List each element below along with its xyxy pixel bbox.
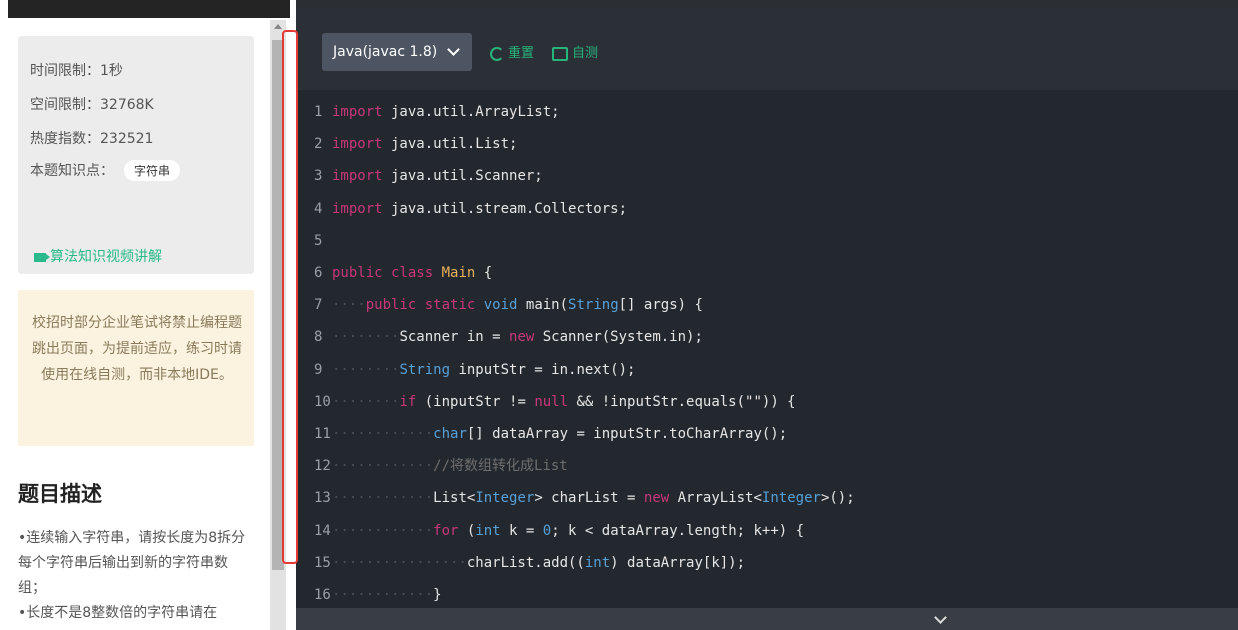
highlight-box (282, 30, 298, 564)
code-text: ····public static void main(String[] arg… (332, 297, 703, 314)
code-text: ············char[] dataArray = inputStr.… (332, 426, 788, 442)
code-text: ········Scanner in = new Scanner(System.… (332, 329, 703, 346)
code-line[interactable]: 9 ········String inputStr = in.next(); (296, 354, 635, 386)
knowledge-tag[interactable]: 字符串 (124, 160, 181, 181)
description-text: •连续输入字符串，请按长度为8拆分每个字符串后输出到新的字符串数组； •长度不是… (18, 526, 254, 626)
knowledge-label: 本题知识点： (30, 163, 114, 179)
line-number: 11 (314, 426, 331, 442)
comment-icon (552, 46, 568, 61)
code-line[interactable]: 14············for (int k = 0; k < dataAr… (296, 515, 804, 547)
problem-info-box: 时间限制：1秒 空间限制：32768K 热度指数：232521 本题知识点： 字符… (18, 36, 254, 274)
code-line[interactable]: 16············} (296, 579, 442, 611)
code-line[interactable]: 11············char[] dataArray = inputSt… (296, 418, 787, 450)
chevron-down-icon[interactable] (934, 611, 947, 624)
code-line[interactable]: 15················charList.add((int) dat… (296, 547, 745, 579)
line-number: 5 (314, 232, 323, 249)
code-text: import java.util.List; (332, 136, 518, 153)
video-camera-icon (34, 252, 50, 262)
code-line[interactable]: 5 (296, 225, 332, 257)
heat-index: 热度指数：232521 (30, 131, 154, 147)
reset-button[interactable]: 重置 (490, 42, 534, 61)
video-link-label: 算法知识视频讲解 (50, 249, 162, 265)
self-test-button[interactable]: 自测 (552, 42, 598, 61)
line-number: 12 (314, 458, 331, 475)
line-number: 14 (314, 522, 331, 539)
code-line[interactable]: 6 public class Main { (296, 257, 492, 289)
line-number: 10 (314, 393, 331, 410)
code-text: ················charList.add((int) dataA… (332, 554, 746, 571)
chevron-down-icon (447, 43, 460, 56)
code-line[interactable]: 8 ········Scanner in = new Scanner(System… (296, 321, 703, 353)
top-bar-left (8, 0, 290, 18)
code-text: import java.util.stream.Collectors; (332, 200, 628, 217)
problem-panel: 时间限制：1秒 空间限制：32768K 热度指数：232521 本题知识点： 字符… (0, 20, 270, 630)
reset-label: 重置 (508, 46, 535, 61)
description-line: •长度不是8整数倍的字符串请在 (18, 605, 218, 621)
editor-toolbar: Java(javac 1.8) 重置 自测 (296, 8, 1238, 90)
line-number: 1 (314, 104, 323, 120)
self-test-label: 自测 (572, 46, 599, 61)
code-line[interactable]: 7 ····public static void main(String[] ar… (296, 289, 703, 321)
line-number: 9 (314, 361, 323, 378)
code-text: public class Main { (332, 265, 493, 281)
description-line: •连续输入字符串，请按长度为8拆分每个字符串后输出到新的字符串数组； (18, 530, 246, 596)
line-number: 13 (314, 490, 331, 507)
code-line[interactable]: 12············//将数组转化成List (296, 450, 568, 482)
code-line[interactable]: 10········if (inputStr != null && !input… (296, 386, 796, 418)
editor-bottom-bar[interactable] (296, 608, 1238, 630)
language-select[interactable]: Java(javac 1.8) (322, 33, 472, 71)
code-line[interactable]: 2 import java.util.List; (296, 128, 517, 160)
code-text: ············//将数组转化成List (332, 458, 568, 475)
line-number: 15 (314, 554, 331, 571)
language-value: Java(javac 1.8) (333, 44, 438, 60)
top-bar-right (296, 0, 1238, 8)
space-limit: 空间限制：32768K (30, 97, 154, 113)
code-line[interactable]: 13············List<Integer> charList = n… (296, 482, 855, 514)
code-line[interactable]: 1 import java.util.ArrayList; (296, 96, 560, 128)
line-number: 16 (314, 587, 331, 603)
refresh-icon (490, 46, 504, 61)
line-number: 8 (314, 329, 323, 346)
code-text: ············} (332, 587, 442, 603)
scroll-up-arrow-icon[interactable] (274, 24, 282, 29)
code-text: ············List<Integer> charList = new… (332, 490, 855, 507)
line-number: 3 (314, 168, 323, 185)
knowledge-points: 本题知识点： 字符串 (30, 160, 181, 181)
description-title: 题目描述 (18, 482, 102, 506)
code-line[interactable]: 3 import java.util.Scanner; (296, 160, 543, 192)
notice-text: 校招时部分企业笔试将禁止编程题跳出页面，为提前适应，练习时请使用在线自测，而非本… (32, 315, 242, 383)
line-number: 6 (314, 265, 323, 281)
code-text: ············for (int k = 0; k < dataArra… (332, 522, 805, 539)
notice-box: 校招时部分企业笔试将禁止编程题跳出页面，为提前适应，练习时请使用在线自测，而非本… (18, 290, 254, 446)
time-limit: 时间限制：1秒 (30, 63, 123, 79)
code-text: ········if (inputStr != null && !inputSt… (332, 393, 796, 410)
line-number: 7 (314, 297, 323, 314)
code-text: import java.util.ArrayList; (332, 104, 560, 120)
code-editor[interactable]: Java(javac 1.8) 重置 自测 1 import java.util.… (296, 8, 1238, 630)
code-line[interactable]: 4 import java.util.stream.Collectors; (296, 193, 627, 225)
code-text: ········String inputStr = in.next(); (332, 361, 636, 378)
code-text: import java.util.Scanner; (332, 168, 543, 185)
video-explanation-link[interactable]: 算法知识视频讲解 (34, 246, 162, 266)
line-number: 4 (314, 200, 323, 217)
line-number: 2 (314, 136, 323, 153)
